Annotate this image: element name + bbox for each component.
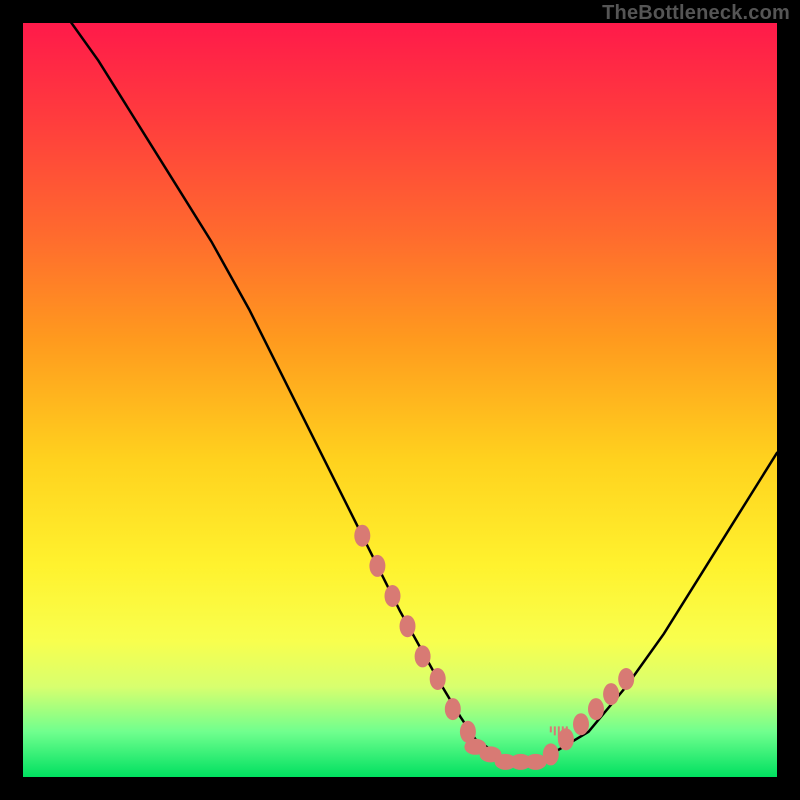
bottleneck-curve [23,0,777,762]
marker-dot [430,668,446,690]
marker-dot [618,668,634,690]
left-marker-segment [354,525,476,743]
marker-dot [445,698,461,720]
marker-dot [369,555,385,577]
marker-dot [415,645,431,667]
marker-dot [385,585,401,607]
watermark-text: TheBottleneck.com [602,2,790,25]
marker-dot [588,698,604,720]
marker-dot [573,713,589,735]
bottom-marker-segment [464,739,546,770]
plot-area [23,23,777,777]
marker-dot [400,615,416,637]
marker-dot [543,743,559,765]
right-marker-segment [543,668,634,765]
marker-dot [603,683,619,705]
chart-frame: TheBottleneck.com [0,0,800,800]
marker-dot [354,525,370,547]
chart-svg [23,23,777,777]
